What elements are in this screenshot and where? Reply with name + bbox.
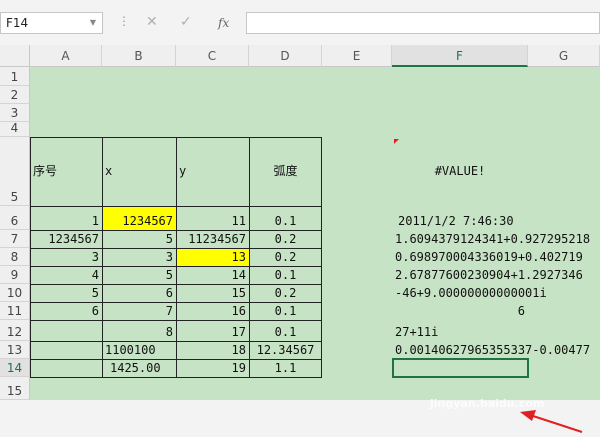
row-header-8[interactable]: 8: [0, 248, 30, 266]
cell-area[interactable]: 序号 x y 弧度 #VALUE! 1 1234567 11 0.1 2011/…: [30, 67, 600, 400]
table-divider: [30, 320, 322, 321]
cell-f5[interactable]: #VALUE!: [392, 137, 528, 206]
row-header-2[interactable]: 2: [0, 86, 30, 104]
table-divider: [30, 266, 322, 267]
select-all-corner[interactable]: [0, 45, 30, 67]
table-divider: [30, 302, 322, 303]
row-header-4[interactable]: 4: [0, 121, 30, 137]
column-header-a[interactable]: A: [30, 45, 102, 67]
table-divider: [30, 359, 322, 360]
row-header-15[interactable]: 15: [0, 377, 30, 400]
column-header-c[interactable]: C: [176, 45, 249, 67]
name-box[interactable]: F14 ▼: [0, 12, 103, 34]
active-cell-f14[interactable]: [392, 358, 529, 378]
row-header-1[interactable]: 1: [0, 67, 30, 86]
column-header-f[interactable]: F: [392, 45, 528, 67]
row-header-5[interactable]: 5: [0, 137, 30, 206]
formula-bar: F14 ▼ ⋮ ✕ ✓ fx: [0, 0, 600, 50]
cell-f7[interactable]: 1.6094379124341+0.927295218: [392, 230, 600, 248]
row-header-9[interactable]: 9: [0, 266, 30, 284]
table-divider: [30, 230, 322, 231]
cell-f10[interactable]: -46+9.00000000000001i: [392, 284, 600, 302]
table-divider: [30, 341, 322, 342]
row-header-14[interactable]: 14: [0, 359, 30, 377]
column-header-e[interactable]: E: [322, 45, 392, 67]
cell-f8[interactable]: 0.698970004336019+0.402719: [392, 248, 600, 266]
row-header-6[interactable]: 6: [0, 206, 30, 230]
spreadsheet-grid: A B C D E F G 1 2 3 4 5 6 7 8 9 10 11 12…: [0, 45, 600, 433]
row-header-3[interactable]: 3: [0, 104, 30, 122]
row-header-12[interactable]: 12: [0, 320, 30, 341]
table-divider: [30, 248, 322, 249]
row-header-10[interactable]: 10: [0, 284, 30, 302]
name-box-value: F14: [6, 16, 29, 30]
more-options-icon[interactable]: ⋮: [118, 14, 130, 28]
column-header-g[interactable]: G: [528, 45, 600, 67]
cell-f11[interactable]: 6: [392, 302, 528, 320]
row-header-7[interactable]: 7: [0, 230, 30, 248]
chevron-down-icon[interactable]: ▼: [90, 13, 96, 33]
cell-f13[interactable]: 0.00140627965355337-0.00477: [392, 341, 600, 359]
table-divider: [30, 284, 322, 285]
formula-input[interactable]: [246, 12, 600, 34]
error-indicator: [394, 139, 399, 144]
column-header-d[interactable]: D: [249, 45, 322, 67]
confirm-icon[interactable]: ✓: [180, 14, 192, 30]
table-divider: [30, 206, 322, 207]
cell-f12[interactable]: 27+11i: [392, 320, 600, 341]
column-header-b[interactable]: B: [102, 45, 176, 67]
cell-f6[interactable]: 2011/1/2 7:46:30: [392, 206, 600, 230]
row-header-13[interactable]: 13: [0, 341, 30, 359]
row-header-11[interactable]: 11: [0, 302, 30, 320]
cancel-icon[interactable]: ✕: [146, 14, 158, 30]
insert-function-icon[interactable]: fx: [218, 16, 229, 30]
red-arrow-icon: [520, 410, 583, 433]
cell-f9[interactable]: 2.67877600230904+1.2927346: [392, 266, 600, 284]
